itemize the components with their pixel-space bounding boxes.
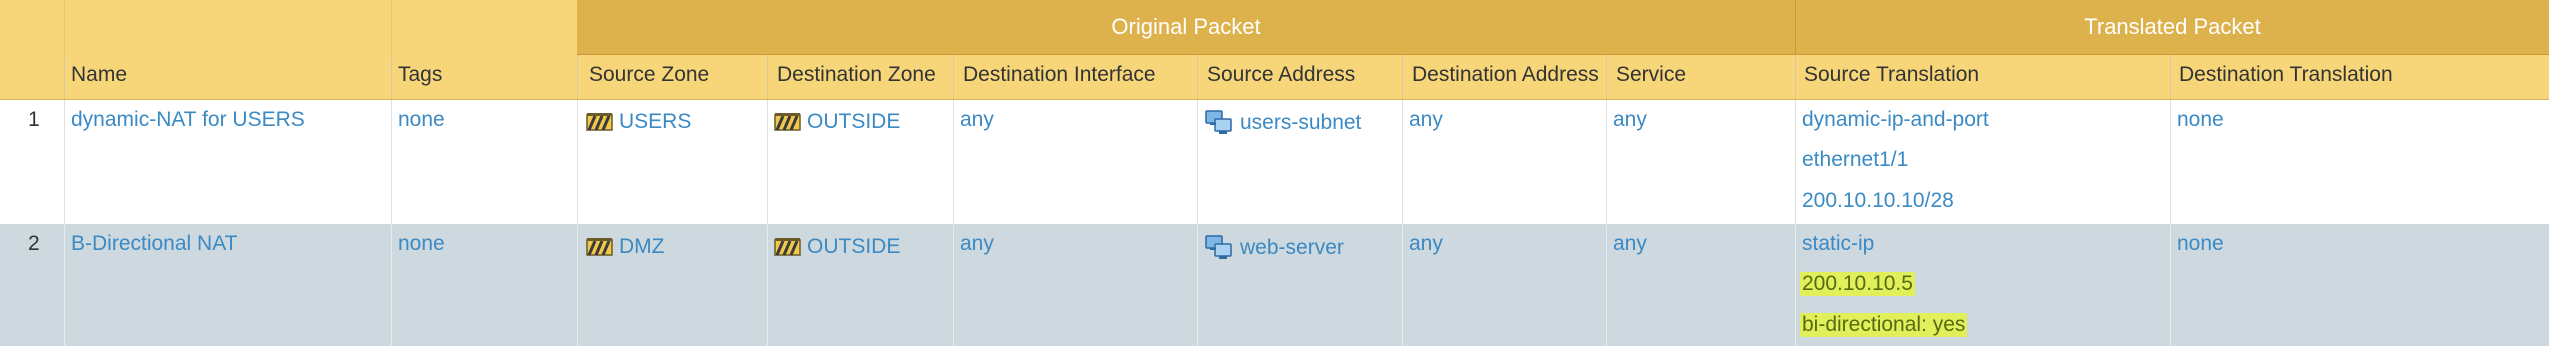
translated-packet-label: Translated Packet: [2084, 14, 2261, 39]
destination-zone-cell[interactable]: OUTSIDE: [774, 110, 900, 134]
source-translation-type: static-ip: [1802, 232, 1875, 255]
source-translation-interface: ethernet1/1: [1802, 148, 1909, 171]
column-header-destination-zone[interactable]: Destination Zone: [777, 63, 936, 87]
destination-zone-cell[interactable]: OUTSIDE: [774, 235, 900, 259]
column-header-tags[interactable]: Tags: [398, 63, 442, 87]
source-address-label: users-subnet: [1240, 111, 1362, 134]
rule-name-link[interactable]: dynamic-NAT for USERS: [71, 108, 305, 132]
table-row[interactable]: 2 B-Directional NAT none DMZ OUTSIDE any: [0, 225, 2549, 346]
destination-address-value: any: [1409, 232, 1443, 255]
source-zone-label: DMZ: [619, 235, 665, 258]
service-value: any: [1613, 232, 1647, 255]
zone-icon: [586, 113, 613, 131]
header-group-row: Original Packet Translated Packet: [0, 0, 2549, 55]
source-translation-address: 200.10.10.10/28: [1802, 189, 1954, 212]
destination-interface-value: any: [960, 108, 994, 131]
column-header-source-zone[interactable]: Source Zone: [589, 63, 709, 87]
source-address-cell[interactable]: web-server: [1204, 233, 1344, 263]
zone-icon: [586, 238, 613, 256]
column-header-service[interactable]: Service: [1616, 63, 1686, 87]
destination-zone-label: OUTSIDE: [807, 110, 901, 133]
destination-translation-value: none: [2177, 232, 2224, 255]
original-packet-label: Original Packet: [1111, 14, 1261, 39]
zone-icon: [774, 113, 801, 131]
destination-zone-label: OUTSIDE: [807, 235, 901, 258]
address-object-icon: [1205, 110, 1232, 134]
column-header-name[interactable]: Name: [71, 63, 127, 87]
service-value: any: [1613, 108, 1647, 131]
bi-directional-setting: bi-directional: yes: [1800, 313, 1968, 337]
column-header-row: Name Tags Source Zone Destination Zone D…: [0, 55, 2549, 100]
tags-value: none: [398, 108, 445, 131]
column-header-destination-address[interactable]: Destination Address: [1412, 63, 1599, 87]
destination-translation-value: none: [2177, 108, 2224, 131]
source-address-label: web-server: [1240, 236, 1344, 259]
source-zone-label: USERS: [619, 110, 692, 133]
column-header-source-address[interactable]: Source Address: [1207, 63, 1355, 87]
destination-address-value: any: [1409, 108, 1443, 131]
column-header-source-translation[interactable]: Source Translation: [1804, 63, 1979, 87]
row-number: 1: [28, 108, 40, 131]
destination-interface-value: any: [960, 232, 994, 255]
translated-packet-group-header: Translated Packet: [1796, 0, 2549, 55]
source-translation-type: dynamic-ip-and-port: [1802, 108, 1989, 131]
address-object-icon: [1205, 235, 1232, 259]
source-zone-cell[interactable]: USERS: [586, 110, 691, 134]
source-translation-address: 200.10.10.5: [1800, 272, 1915, 296]
source-address-cell[interactable]: users-subnet: [1204, 108, 1361, 138]
column-header-destination-translation[interactable]: Destination Translation: [2179, 63, 2393, 87]
original-packet-group-header: Original Packet: [577, 0, 1795, 55]
zone-icon: [774, 238, 801, 256]
column-header-destination-interface[interactable]: Destination Interface: [963, 63, 1156, 87]
table-row[interactable]: 1 dynamic-NAT for USERS none USERS OUTSI…: [0, 100, 2549, 225]
rule-name-link[interactable]: B-Directional NAT: [71, 232, 237, 256]
row-number: 2: [28, 232, 40, 255]
source-zone-cell[interactable]: DMZ: [586, 235, 665, 259]
nat-policy-table: Original Packet Translated Packet Name T…: [0, 0, 2549, 346]
tags-value: none: [398, 232, 445, 255]
